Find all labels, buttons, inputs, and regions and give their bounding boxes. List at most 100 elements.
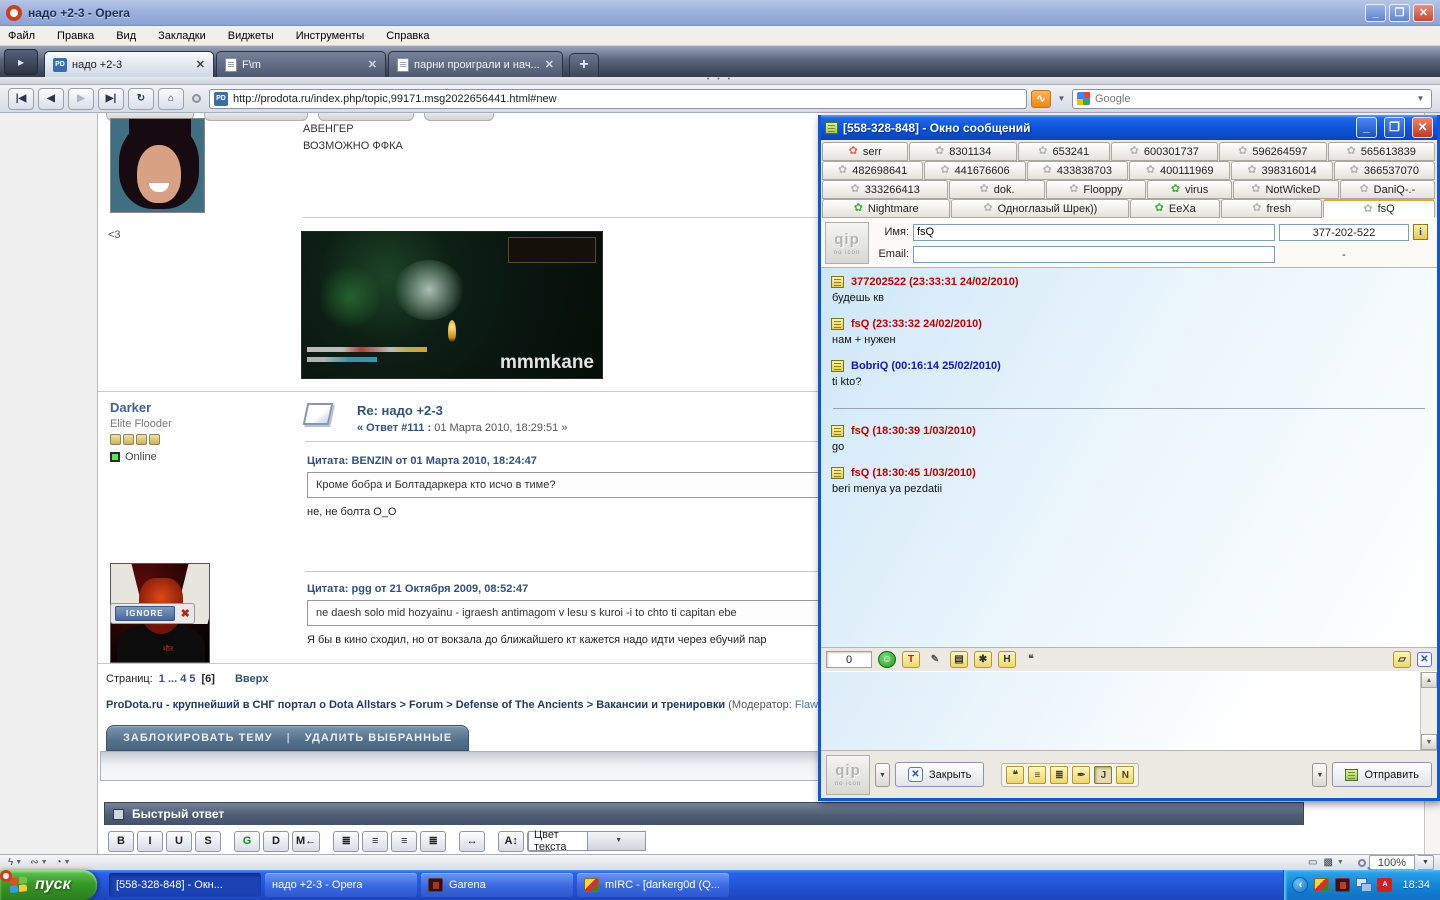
save-history-icon[interactable]: ▤	[950, 651, 968, 668]
contact-tab[interactable]: ✿ NotWickeD	[1233, 180, 1339, 199]
task-button[interactable]: mIRC - [darkerg0d (Q...	[577, 873, 729, 897]
contact-tab[interactable]: ✿ 433838703	[1026, 161, 1128, 180]
status-icon[interactable]: ϟ	[6, 857, 15, 868]
italic-button[interactable]: I	[137, 831, 163, 852]
quill-icon[interactable]: ✎	[926, 651, 944, 668]
quote-insert-icon[interactable]: ❝	[1006, 765, 1025, 784]
contact-tab[interactable]: ✿ fsQ	[1323, 199, 1435, 218]
contact-tab[interactable]: ✿ 653241	[1017, 142, 1110, 161]
font-size-button[interactable]: A↕	[498, 831, 525, 852]
contact-info-icon[interactable]: i	[1413, 224, 1428, 240]
align-left-button[interactable]: ≣	[333, 831, 360, 852]
menu-item[interactable]: Инструменты	[296, 30, 365, 42]
select-dropdown-icon[interactable]: ▼	[586, 832, 645, 850]
rss-dropdown[interactable]: ▼	[1055, 90, 1068, 108]
template-icon[interactable]: ≡	[1028, 765, 1047, 784]
html-icon[interactable]: H	[998, 651, 1016, 668]
close-options-dropdown[interactable]: ▼	[875, 762, 890, 787]
contact-tab[interactable]: ✿ dok.	[949, 180, 1045, 199]
contact-tab[interactable]: ✿ 565613839	[1327, 142, 1435, 161]
contact-tab[interactable]: ✿ Одноглазый Шрек))	[951, 199, 1130, 218]
task-button[interactable]: надо +2-3 - Opera	[0, 870, 417, 897]
scroll-down-icon[interactable]: ▼	[1421, 734, 1437, 750]
opera-close-button[interactable]: ✕	[1413, 3, 1434, 22]
page-info-icon[interactable]	[192, 94, 201, 103]
qip-minimize-button[interactable]: _	[1356, 117, 1377, 138]
images-toggle-icon[interactable]: ▩	[1321, 857, 1334, 868]
delete-selected-button[interactable]: УДАЛИТЬ ВЫБРАННЫЕ	[305, 732, 452, 744]
contact-tab[interactable]: ✿ 333266413	[822, 180, 949, 199]
scroll-up-icon[interactable]: ▲	[1421, 672, 1437, 688]
breadcrumb-main[interactable]: ProDota.ru - крупнейший в СНГ портал о D…	[106, 699, 725, 711]
collapse-icon[interactable]	[113, 808, 124, 820]
menu-item[interactable]: Виджеты	[228, 30, 274, 42]
partial-button[interactable]	[424, 113, 494, 121]
rss-icon[interactable]: ∿	[1031, 89, 1051, 108]
browser-tab[interactable]: F\m ✕	[216, 51, 386, 77]
tab-close-icon[interactable]: ✕	[545, 58, 554, 71]
up-link[interactable]: Вверх	[235, 673, 268, 685]
back-button[interactable]: ◀	[38, 87, 64, 110]
shadow-button[interactable]: D	[263, 831, 289, 852]
text-color-select[interactable]: Цвет текста ▼	[528, 829, 646, 853]
align-justify-button[interactable]: ≣	[420, 831, 447, 852]
contact-tab[interactable]: ✿ 596264597	[1219, 142, 1327, 161]
browser-tab[interactable]: парни проиграли и нач... ✕	[388, 51, 563, 77]
contact-tab[interactable]: ✿ DaniQ-.-	[1339, 180, 1435, 199]
opera-link-icon[interactable]: ∾ ▼	[28, 857, 53, 868]
contact-tab[interactable]: ✿ Flooppy	[1045, 180, 1147, 199]
glow-button[interactable]: G	[234, 831, 260, 852]
task-button[interactable]: Garena	[421, 873, 573, 897]
menu-item[interactable]: Вид	[116, 30, 136, 42]
tray-ati-icon[interactable]: A	[1377, 878, 1393, 892]
status-icon[interactable]: ◔	[54, 857, 64, 868]
message-input-area[interactable]: ▲ ▼	[821, 671, 1437, 751]
contact-tab[interactable]: ✿ 400111969	[1128, 161, 1231, 180]
quick-preferences-icon[interactable]: ϟ ▼	[6, 857, 28, 868]
underline-button[interactable]: U	[166, 831, 192, 852]
contact-tab[interactable]: ✿ 8301134	[909, 142, 1017, 161]
start-button[interactable]: пуск	[0, 870, 97, 900]
bold-button[interactable]: B	[108, 831, 134, 852]
contact-tab[interactable]: ✿ 600301737	[1110, 142, 1219, 161]
contact-tab[interactable]: ✿ serr	[822, 142, 909, 161]
jabber-icon[interactable]: J	[1094, 765, 1113, 784]
zoom-dropdown[interactable]: ▼	[1418, 855, 1434, 870]
align-center-button[interactable]: ≡	[362, 831, 389, 852]
panel-toggle-button[interactable]: ▸	[4, 49, 38, 75]
settings-wrench-icon[interactable]: ✒	[1072, 765, 1091, 784]
opera-minimize-button[interactable]: _	[1365, 3, 1386, 22]
partial-button[interactable]	[318, 113, 414, 121]
task-button[interactable]: [558-328-848] - Окн...	[109, 873, 261, 897]
search-input[interactable]	[1095, 92, 1409, 105]
toolbar-grip[interactable]: • • •	[0, 76, 1440, 85]
browser-tab[interactable]: PD надо +2-3 ✕	[44, 51, 214, 77]
lock-topic-button[interactable]: ЗАБЛОКИРОВАТЬ ТЕМУ	[123, 732, 273, 744]
qip-maximize-button[interactable]: ❐	[1384, 117, 1405, 138]
contact-tab[interactable]: ✿ EeXa	[1130, 199, 1221, 218]
tray-garena-icon[interactable]	[1335, 878, 1351, 892]
tab-close-icon[interactable]: ✕	[368, 58, 377, 71]
tray-network-icon[interactable]	[1356, 878, 1373, 892]
notes-icon[interactable]: N	[1116, 765, 1135, 784]
opera-restore-button[interactable]: ❐	[1389, 3, 1410, 22]
author-name[interactable]: Darker	[110, 400, 290, 415]
quote-icon[interactable]: ❝	[1022, 651, 1040, 668]
send-button[interactable]: Отправить	[1332, 762, 1432, 787]
tray-chevron-icon[interactable]: ‹	[1292, 877, 1309, 893]
menu-item[interactable]: Закладки	[158, 30, 206, 42]
marquee-button[interactable]: M←	[292, 831, 321, 852]
search-dropdown[interactable]: ▼	[1414, 90, 1427, 108]
menu-item[interactable]: Правка	[57, 30, 94, 42]
contact-tab[interactable]: ✿ 398316014	[1231, 161, 1333, 180]
contact-tab[interactable]: ✿ Nightmare	[822, 199, 951, 218]
hr-button[interactable]: ↔	[459, 831, 486, 852]
status-icon[interactable]: ∾	[28, 857, 40, 868]
search-box[interactable]: ▼	[1072, 88, 1432, 109]
input-scrollbar[interactable]: ▲ ▼	[1420, 672, 1437, 750]
contact-tab[interactable]: ✿ virus	[1147, 180, 1233, 199]
smiley-icon[interactable]: ☺	[878, 651, 896, 668]
reload-button[interactable]: ↻	[128, 87, 154, 110]
contact-tab[interactable]: ✿ 441676606	[924, 161, 1026, 180]
quick-reply-header[interactable]: Быстрый ответ	[104, 802, 1304, 826]
